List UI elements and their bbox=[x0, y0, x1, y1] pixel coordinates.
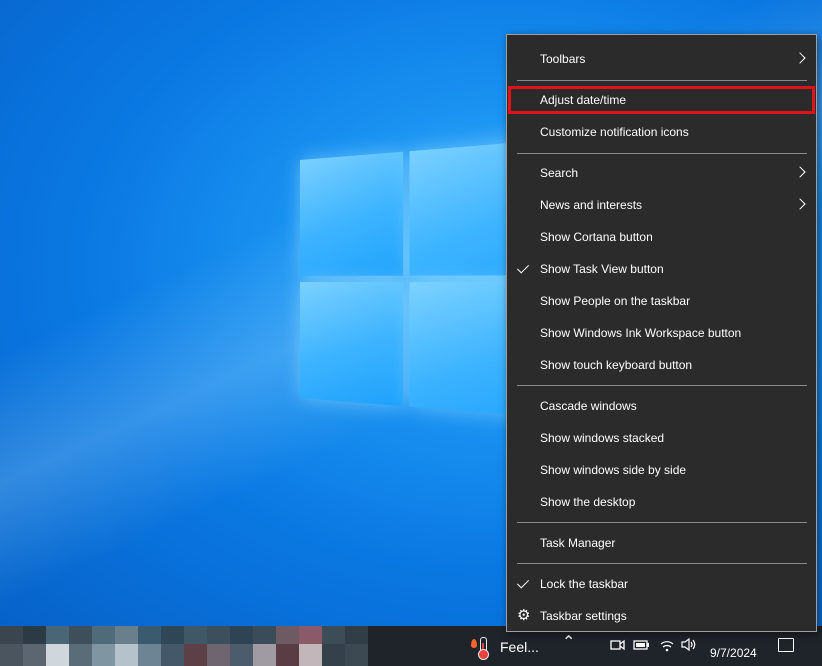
logo-pane bbox=[300, 151, 404, 276]
menu-item-customize-notification-icons[interactable]: Customize notification icons bbox=[507, 117, 816, 147]
gear-icon: ⚙ bbox=[517, 607, 531, 624]
menu-separator bbox=[517, 563, 807, 564]
taskbar-app-blurred[interactable] bbox=[276, 626, 299, 666]
taskbar-app-blurred[interactable] bbox=[299, 626, 322, 666]
thermometer-icon bbox=[470, 635, 490, 660]
menu-item-label: Cascade windows bbox=[540, 399, 637, 413]
menu-item-label: Search bbox=[540, 166, 579, 180]
menu-item-show-windows-side-by-side[interactable]: Show windows side by side bbox=[507, 455, 816, 485]
menu-item-label: Lock the taskbar bbox=[540, 577, 629, 591]
menu-separator bbox=[517, 80, 807, 81]
menu-item-label: Taskbar settings bbox=[540, 609, 627, 623]
menu-item-label: Show Windows Ink Workspace button bbox=[540, 326, 742, 340]
menu-item-adjust-date-time[interactable]: Adjust date/time bbox=[507, 85, 816, 115]
menu-item-label: News and interests bbox=[540, 198, 643, 212]
taskbar-app-blurred[interactable] bbox=[230, 626, 253, 666]
taskbar-app-blurred[interactable] bbox=[92, 626, 115, 666]
action-center-icon[interactable] bbox=[778, 638, 794, 652]
taskbar-app-blurred[interactable] bbox=[115, 626, 138, 666]
wifi-icon[interactable] bbox=[659, 637, 675, 652]
menu-item-label: Show the desktop bbox=[540, 495, 636, 509]
chevron-right-icon bbox=[794, 166, 806, 178]
taskbar-app-blurred[interactable] bbox=[322, 626, 345, 666]
taskbar-app-blurred[interactable] bbox=[23, 626, 46, 666]
menu-separator bbox=[517, 522, 807, 523]
taskbar-app-blurred[interactable] bbox=[69, 626, 92, 666]
checkmark-icon bbox=[516, 576, 530, 589]
menu-item-label: Toolbars bbox=[540, 52, 586, 66]
menu-item-lock-the-taskbar[interactable]: Lock the taskbar bbox=[507, 569, 816, 599]
menu-item-label: Task Manager bbox=[540, 536, 616, 550]
battery-icon[interactable] bbox=[633, 638, 651, 652]
chevron-right-icon bbox=[794, 52, 806, 64]
weather-text: Feel... bbox=[500, 639, 539, 655]
menu-item-label: Customize notification icons bbox=[540, 125, 689, 139]
chevron-up-icon[interactable]: ⌃ bbox=[562, 635, 575, 651]
menu-item-show-people[interactable]: Show People on the taskbar bbox=[507, 286, 816, 316]
menu-item-label: Adjust date/time bbox=[540, 93, 627, 107]
taskbar-app-blurred[interactable] bbox=[161, 626, 184, 666]
taskbar-app-blurred[interactable] bbox=[253, 626, 276, 666]
checkmark-icon bbox=[516, 261, 530, 274]
taskbar-app-blurred[interactable] bbox=[0, 626, 23, 666]
taskbar-app-blurred[interactable] bbox=[46, 626, 69, 666]
taskbar-context-menu: Toolbars Adjust date/time Customize noti… bbox=[506, 34, 817, 632]
menu-item-search[interactable]: Search bbox=[507, 158, 816, 188]
menu-item-label: Show windows stacked bbox=[540, 431, 665, 445]
chevron-right-icon bbox=[794, 198, 806, 210]
menu-item-show-windows-stacked[interactable]: Show windows stacked bbox=[507, 423, 816, 453]
taskbar-app-blurred[interactable] bbox=[345, 626, 368, 666]
meet-now-icon[interactable] bbox=[610, 638, 626, 652]
menu-item-label: Show Cortana button bbox=[540, 230, 653, 244]
menu-separator bbox=[517, 153, 807, 154]
menu-item-show-windows-ink[interactable]: Show Windows Ink Workspace button bbox=[507, 318, 816, 348]
taskbar[interactable]: Feel... ⌃ 9/7/2024 bbox=[0, 626, 822, 666]
menu-item-label: Show People on the taskbar bbox=[540, 294, 691, 308]
menu-item-show-cortana-button[interactable]: Show Cortana button bbox=[507, 222, 816, 252]
news-and-interests-widget[interactable]: Feel... bbox=[470, 634, 539, 660]
taskbar-app-blurred[interactable] bbox=[184, 626, 207, 666]
menu-item-task-manager[interactable]: Task Manager bbox=[507, 528, 816, 558]
menu-item-label: Show windows side by side bbox=[540, 463, 687, 477]
menu-item-label: Show Task View button bbox=[540, 262, 664, 276]
taskbar-clock-date[interactable]: 9/7/2024 bbox=[710, 646, 757, 660]
menu-item-taskbar-settings[interactable]: ⚙ Taskbar settings bbox=[507, 601, 816, 631]
menu-item-show-touch-keyboard[interactable]: Show touch keyboard button bbox=[507, 350, 816, 380]
menu-separator bbox=[517, 385, 807, 386]
taskbar-app-blurred[interactable] bbox=[138, 626, 161, 666]
menu-item-show-the-desktop[interactable]: Show the desktop bbox=[507, 487, 816, 517]
menu-item-cascade-windows[interactable]: Cascade windows bbox=[507, 391, 816, 421]
taskbar-app-blurred[interactable] bbox=[207, 626, 230, 666]
menu-item-label: Show touch keyboard button bbox=[540, 358, 693, 372]
volume-icon[interactable] bbox=[680, 637, 698, 652]
menu-item-show-task-view-button[interactable]: Show Task View button bbox=[507, 254, 816, 284]
logo-pane bbox=[300, 282, 404, 407]
taskbar-pinned-apps-blurred bbox=[0, 626, 368, 666]
menu-item-news-and-interests[interactable]: News and interests bbox=[507, 190, 816, 220]
menu-item-toolbars[interactable]: Toolbars bbox=[507, 44, 816, 74]
